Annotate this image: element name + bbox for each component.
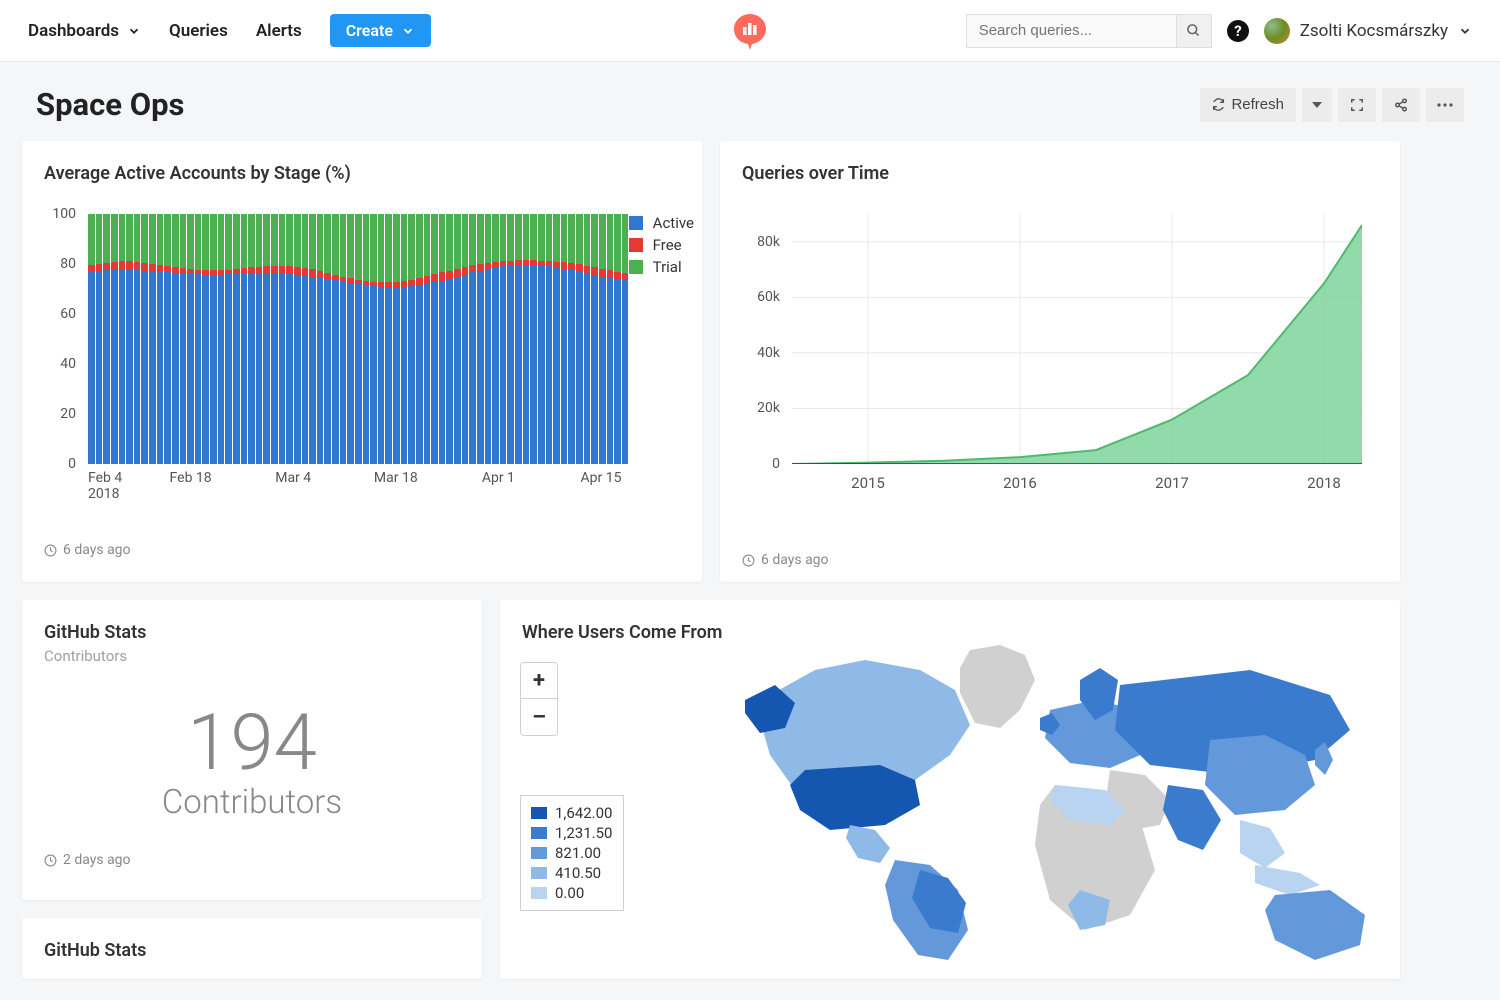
avatar [1264,18,1290,44]
card-queries-over-time: Queries over Time 020k40k60k80k 20152016… [720,141,1400,582]
clock-icon [742,554,755,567]
create-button-label: Create [346,21,393,40]
card-github-stats-2: GitHub Stats [22,918,482,979]
chart-queries: 020k40k60k80k 2015201620172018 [742,214,1378,534]
clock-icon [44,544,57,557]
help-icon[interactable]: ? [1226,19,1250,43]
chevron-down-icon [127,24,141,38]
nav-dashboards[interactable]: Dashboards [28,21,141,41]
map-legend: 1,642.00 1,231.50 821.00 410.50 0.00 [520,795,624,911]
svg-text:?: ? [1234,22,1241,40]
refresh-dropdown[interactable] [1302,88,1332,122]
caret-down-icon [1312,100,1322,110]
search-icon [1186,23,1201,38]
nav-dashboards-label: Dashboards [28,21,119,41]
page-title: Space Ops [36,86,184,123]
card-title: GitHub Stats [44,940,460,961]
chevron-down-icon [1458,24,1472,38]
logo [730,11,770,51]
create-button[interactable]: Create [330,14,431,47]
world-map[interactable] [710,640,1390,960]
github-count-label: Contributors [44,783,460,822]
refresh-icon [1212,98,1225,111]
nav-alerts[interactable]: Alerts [256,21,302,41]
user-name: Zsolti Kocsmárszky [1300,21,1448,41]
ellipsis-icon [1437,103,1453,107]
card-title: Queries over Time [742,163,1378,184]
share-button[interactable] [1382,88,1420,122]
github-count: 194 [44,705,460,783]
search-input[interactable] [966,14,1176,48]
zoom-out-button[interactable]: – [521,699,557,735]
clock-icon [44,854,57,867]
refresh-button[interactable]: Refresh [1200,88,1296,122]
timestamp: 6 days ago [742,552,1378,568]
card-subtitle: Contributors [44,647,460,665]
chevron-down-icon [401,24,415,38]
share-icon [1394,98,1408,112]
card-title: GitHub Stats [44,622,460,643]
timestamp: 2 days ago [44,852,460,868]
zoom-in-button[interactable]: + [521,663,557,699]
search-button[interactable] [1176,14,1212,48]
fullscreen-button[interactable] [1338,88,1376,122]
refresh-label: Refresh [1231,96,1284,113]
chart-accounts: 020406080100 Feb 42018Feb 18Mar 4Mar 18A… [44,214,680,524]
card-title: Average Active Accounts by Stage (%) [44,163,680,184]
more-button[interactable] [1426,88,1464,122]
user-menu[interactable]: Zsolti Kocsmárszky [1264,18,1472,44]
card-github-stats: GitHub Stats Contributors 194 Contributo… [22,600,482,900]
card-users-map: Where Users Come From + – 1,642.00 1,231… [500,600,1400,979]
card-accounts-by-stage: Average Active Accounts by Stage (%) 020… [22,141,702,582]
nav-queries[interactable]: Queries [169,21,228,41]
fullscreen-icon [1350,98,1364,112]
timestamp: 6 days ago [44,542,680,558]
